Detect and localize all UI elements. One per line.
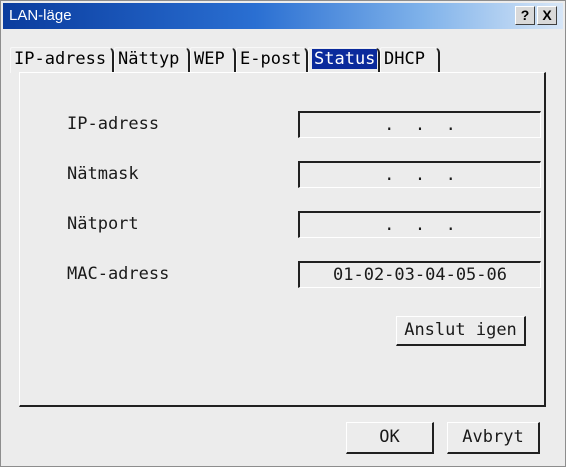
tab-label: Status (312, 49, 378, 69)
tab-label: E-post (240, 49, 302, 69)
tab-ip-address[interactable]: IP-adress (10, 47, 114, 73)
tab-wep[interactable]: WEP (190, 47, 236, 73)
tab-label: IP-adress (14, 49, 107, 69)
tab-label: Nättyp (118, 49, 180, 69)
status-panel: IP-adress . . . Nätmask . . . Nätport . … (19, 72, 546, 407)
tab-label: WEP (194, 49, 225, 69)
title-bar[interactable]: LAN-läge ? X (3, 3, 563, 29)
help-button[interactable]: ? (515, 6, 535, 25)
window-title: LAN-läge (9, 7, 72, 24)
tab-dhcp[interactable]: DHCP (380, 47, 440, 73)
subnet-mask-field: . . . (298, 161, 541, 188)
subnet-mask-label: Nätmask (67, 164, 139, 184)
cancel-button[interactable]: Avbryt (447, 422, 540, 454)
tab-status[interactable]: Status (308, 47, 380, 73)
ip-address-field: . . . (298, 111, 541, 138)
gateway-field: . . . (298, 211, 541, 238)
reconnect-button[interactable]: Anslut igen (396, 316, 526, 346)
mac-address-field: 01-02-03-04-05-06 (298, 261, 541, 288)
close-button[interactable]: X (537, 6, 557, 25)
tab-label: DHCP (384, 49, 425, 69)
lan-mode-dialog: LAN-läge ? X IP-adress Nättyp WEP E-post… (0, 0, 566, 467)
ip-address-label: IP-adress (67, 114, 160, 134)
mac-address-label: MAC-adress (67, 264, 170, 284)
tab-network-type[interactable]: Nättyp (114, 47, 190, 73)
ok-button[interactable]: OK (346, 422, 434, 454)
gateway-label: Nätport (67, 214, 139, 234)
tab-email[interactable]: E-post (236, 47, 308, 73)
